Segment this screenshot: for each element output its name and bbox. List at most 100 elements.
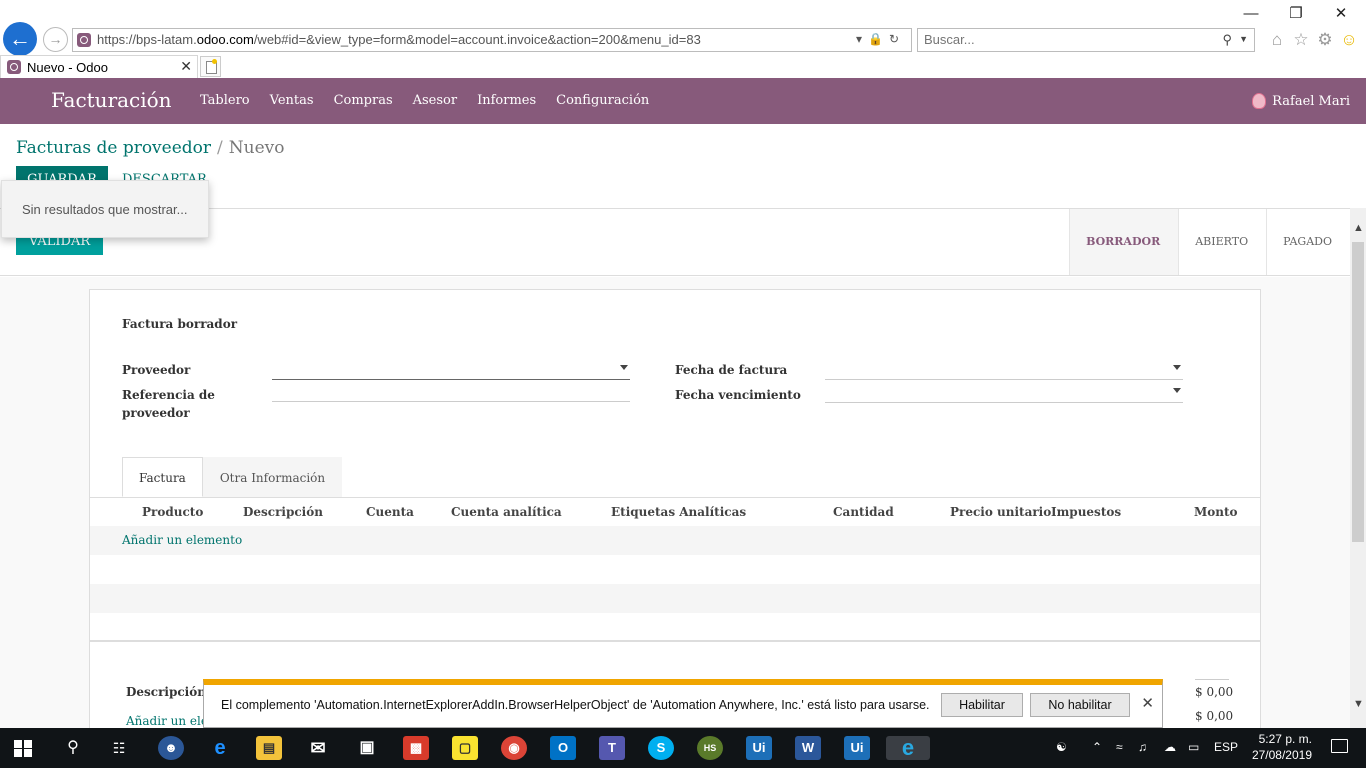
settings-gear-icon[interactable]: ⚙ <box>1314 29 1336 51</box>
status-step-abierto[interactable]: ABIERTO <box>1178 209 1266 275</box>
system-clock[interactable]: 5:27 p. m. 27/08/2019 <box>1252 731 1312 763</box>
amount-tax: $ 0,00 <box>1195 709 1234 723</box>
skype-app-icon[interactable]: S <box>648 736 674 760</box>
restore-icon[interactable]: ❐ <box>1281 4 1311 24</box>
breadcrumb: Facturas de proveedor / Nuevo <box>16 138 285 158</box>
tab-factura[interactable]: Factura <box>122 457 203 497</box>
column-cantidad[interactable]: Cantidad <box>833 505 894 519</box>
browser-search-input[interactable] <box>924 32 1204 47</box>
odoo-navbar: Facturación Tablero Ventas Compras Aseso… <box>0 78 1366 124</box>
uipath-studio-icon[interactable]: Ui <box>844 736 870 760</box>
column-precio-unitario[interactable]: Precio unitario <box>950 505 1051 519</box>
amount-divider <box>1195 679 1229 680</box>
scroll-thumb[interactable] <box>1352 242 1364 542</box>
breadcrumb-parent[interactable]: Facturas de proveedor <box>16 138 211 158</box>
vendor-field[interactable] <box>272 360 630 380</box>
search-dropdown-icon[interactable]: ▼ <box>1239 34 1248 44</box>
page-scrollbar[interactable]: ▲ ▼ <box>1350 208 1366 728</box>
address-bar[interactable]: https://bps-latam.odoo.com/web#id=&view_… <box>72 28 912 52</box>
menu-item-informes[interactable]: Informes <box>477 93 536 108</box>
minimize-icon[interactable]: — <box>1236 4 1266 24</box>
battery-icon[interactable]: ▭ <box>1188 740 1199 754</box>
enable-addon-button[interactable]: Habilitar <box>941 693 1023 717</box>
column-monto[interactable]: Monto <box>1194 505 1238 519</box>
forward-arrow-icon[interactable]: → <box>43 27 68 52</box>
clock-time: 5:27 p. m. <box>1258 732 1312 746</box>
column-etiquetas-analiticas[interactable]: Etiquetas Analíticas <box>611 505 746 519</box>
close-window-icon[interactable]: ✕ <box>1326 4 1356 24</box>
wifi-icon[interactable]: ≈ <box>1116 740 1123 754</box>
menu-item-tablero[interactable]: Tablero <box>200 93 250 108</box>
addon-notification-bar: El complemento 'Automation.InternetExplo… <box>203 679 1163 728</box>
gift-app-icon[interactable]: ▩ <box>403 736 429 760</box>
user-menu[interactable]: Rafael Mari <box>1252 93 1350 109</box>
scroll-down-icon[interactable]: ▼ <box>1353 698 1364 710</box>
scroll-up-icon[interactable]: ▲ <box>1353 222 1364 234</box>
vendor-dropdown-icon[interactable] <box>620 365 628 370</box>
column-descripcion[interactable]: Descripción <box>243 505 323 519</box>
status-step-pagado[interactable]: PAGADO <box>1266 209 1350 275</box>
edge-browser-icon[interactable]: e <box>207 736 233 760</box>
browser-search-box[interactable]: ⚲ ▼ <box>917 28 1255 52</box>
column-cuenta-analitica[interactable]: Cuenta analítica <box>451 505 562 519</box>
refresh-icon[interactable]: ↻ <box>889 32 905 46</box>
windows-start-icon[interactable] <box>14 740 32 757</box>
status-step-borrador[interactable]: BORRADOR <box>1069 209 1179 275</box>
tab-title: Nuevo - Odoo <box>27 60 108 75</box>
due-date-dropdown-icon[interactable] <box>1173 388 1181 393</box>
menu-item-asesor[interactable]: Asesor <box>413 93 457 108</box>
favorites-star-icon[interactable]: ☆ <box>1290 29 1312 51</box>
outlook-app-icon[interactable]: O <box>550 736 576 760</box>
app-brand[interactable]: Facturación <box>51 88 172 112</box>
people-tray-icon[interactable]: ☯ <box>1056 740 1067 754</box>
chrome-browser-icon[interactable]: ◉ <box>501 736 527 760</box>
sticky-notes-icon[interactable]: ▢ <box>452 736 478 760</box>
column-cuenta[interactable]: Cuenta <box>366 505 414 519</box>
column-producto[interactable]: Producto <box>142 505 203 519</box>
invoice-date-field[interactable] <box>825 360 1183 380</box>
word-app-icon[interactable]: W <box>795 736 821 760</box>
disable-addon-button[interactable]: No habilitar <box>1030 693 1130 717</box>
tab-close-icon[interactable]: ✕ <box>180 58 192 75</box>
lock-icon[interactable]: 🔒 <box>868 32 889 46</box>
menu-item-ventas[interactable]: Ventas <box>270 93 314 108</box>
due-date-label: Fecha vencimiento <box>675 388 801 402</box>
teams-app-icon[interactable]: T <box>599 736 625 760</box>
vendor-reference-field[interactable] <box>272 382 630 402</box>
search-icon[interactable]: ⚲ <box>1222 32 1232 48</box>
store-app-icon[interactable]: ▣ <box>354 736 380 760</box>
close-notification-icon[interactable]: ✕ <box>1141 694 1154 712</box>
smiley-feedback-icon[interactable]: ☺ <box>1338 29 1360 51</box>
menu-item-configuracion[interactable]: Configuración <box>556 93 649 108</box>
address-dropdown-icon[interactable]: ▾ <box>856 32 868 46</box>
hs-app-icon[interactable]: HS <box>697 736 723 760</box>
action-center-icon[interactable] <box>1331 739 1348 753</box>
home-icon[interactable]: ⌂ <box>1266 29 1288 51</box>
taskbar-search-icon[interactable]: ⚲ <box>60 736 86 760</box>
add-invoice-line-link[interactable]: Añadir un elemento <box>122 533 242 547</box>
file-explorer-icon[interactable]: ▤ <box>256 736 282 760</box>
breadcrumb-current: Nuevo <box>228 138 285 158</box>
task-view-icon[interactable]: ☷ <box>106 736 132 760</box>
invoice-date-dropdown-icon[interactable] <box>1173 365 1181 370</box>
people-app-icon[interactable]: ☻ <box>158 736 184 760</box>
address-actions: ▾🔒↻ <box>856 32 905 46</box>
onedrive-icon[interactable]: ☁ <box>1164 740 1176 754</box>
column-impuestos[interactable]: Impuestos <box>1051 505 1121 519</box>
tab-otra-informacion[interactable]: Otra Información <box>202 457 343 497</box>
due-date-field[interactable] <box>825 383 1183 403</box>
browser-tab-active[interactable]: Nuevo - Odoo ✕ <box>0 55 198 78</box>
url-text[interactable]: https://bps-latam.odoo.com/web#id=&view_… <box>97 32 701 47</box>
uipath-app-icon[interactable]: Ui <box>746 736 772 760</box>
volume-icon[interactable]: ♫ <box>1138 740 1147 754</box>
lines-table-bottom-border <box>90 640 1260 642</box>
tray-chevron-icon[interactable]: ⌃ <box>1092 740 1102 754</box>
menu-item-compras[interactable]: Compras <box>334 93 393 108</box>
new-tab-icon[interactable] <box>200 56 221 77</box>
language-indicator[interactable]: ESP <box>1214 740 1238 754</box>
internet-explorer-icon[interactable]: e <box>886 736 930 760</box>
back-arrow-icon[interactable]: ← <box>3 22 37 56</box>
amount-untaxed: $ 0,00 <box>1195 685 1234 699</box>
mail-app-icon[interactable]: ✉ <box>305 736 331 760</box>
main-menu: Tablero Ventas Compras Asesor Informes C… <box>200 93 669 108</box>
